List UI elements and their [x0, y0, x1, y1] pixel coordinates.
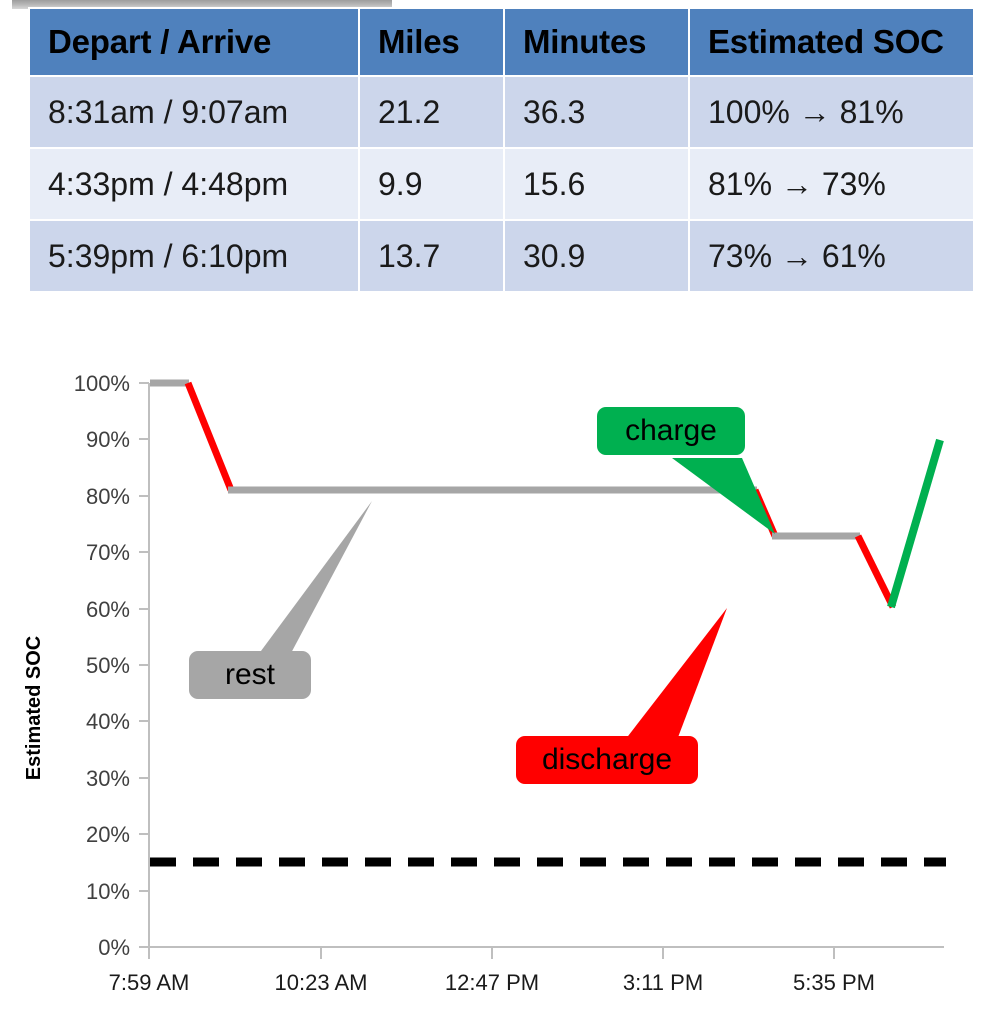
callout-rest: rest: [189, 501, 372, 699]
x-tick-label: 10:23 AM: [275, 970, 368, 995]
callout-discharge-tail: [625, 608, 727, 740]
y-axis-title: Estimated SOC: [23, 636, 45, 780]
table-header-row: Depart / Arrive Miles Minutes Estimated …: [28, 7, 975, 77]
x-tick-label: 5:35 PM: [793, 970, 875, 995]
column-header-minutes: Minutes: [503, 7, 690, 77]
y-tick-label: 50%: [86, 653, 130, 678]
trip-summary-table: Depart / Arrive Miles Minutes Estimated …: [28, 7, 975, 293]
y-tick-label: 80%: [86, 484, 130, 509]
table-row: 4:33pm / 4:48pm 9.9 15.6 81% → 73%: [28, 147, 975, 221]
soc-segment-discharge-3: [854, 534, 897, 609]
y-tick-label: 70%: [86, 540, 130, 565]
y-tick-label: 0%: [98, 935, 130, 960]
soc-segment-charge: [887, 438, 944, 609]
cell-minutes: 36.3: [503, 75, 690, 149]
x-tick-label: 3:11 PM: [623, 970, 703, 995]
cell-miles: 21.2: [358, 75, 505, 149]
cell-miles: 9.9: [358, 147, 505, 221]
callout-charge: charge: [597, 407, 775, 534]
callout-discharge-label: discharge: [542, 743, 672, 776]
cell-depart-arrive: 4:33pm / 4:48pm: [28, 147, 360, 221]
y-tick-label: 40%: [86, 709, 130, 734]
column-header-depart-arrive: Depart / Arrive: [28, 7, 360, 77]
cell-miles: 13.7: [358, 219, 505, 293]
y-tick-label: 100%: [74, 371, 130, 396]
y-tick-label: 30%: [86, 766, 130, 791]
y-tick-label: 10%: [86, 879, 130, 904]
y-tick-label: 90%: [86, 427, 130, 452]
x-axis-ticks: [148, 947, 835, 959]
soc-line-chart: 100% 90% 80% 70% 60% 50% 40% 30% 20% 10%…: [0, 318, 982, 1024]
x-axis-tick-labels: 7:59 AM 10:23 AM 12:47 PM 3:11 PM 5:35 P…: [109, 970, 875, 995]
callout-charge-label: charge: [625, 414, 717, 447]
x-tick-label: 7:59 AM: [109, 970, 190, 995]
callout-discharge: discharge: [516, 608, 727, 784]
y-axis-tick-labels: 100% 90% 80% 70% 60% 50% 40% 30% 20% 10%…: [74, 371, 130, 960]
soc-segment-discharge-1: [184, 381, 235, 492]
cell-minutes: 30.9: [503, 219, 690, 293]
y-axis-ticks: [139, 382, 149, 948]
x-tick-label: 12:47 PM: [445, 970, 539, 995]
cell-estimated-soc: 100% → 81%: [688, 75, 975, 149]
callout-rest-tail: [258, 501, 372, 655]
column-header-estimated-soc: Estimated SOC: [688, 7, 975, 77]
table-row: 8:31am / 9:07am 21.2 36.3 100% → 81%: [28, 75, 975, 149]
cell-depart-arrive: 8:31am / 9:07am: [28, 75, 360, 149]
table-row: 5:39pm / 6:10pm 13.7 30.9 73% → 61%: [28, 219, 975, 293]
cell-estimated-soc: 73% → 61%: [688, 219, 975, 293]
cell-estimated-soc: 81% → 73%: [688, 147, 975, 221]
callout-rest-label: rest: [225, 658, 276, 691]
y-tick-label: 60%: [86, 597, 130, 622]
cell-minutes: 15.6: [503, 147, 690, 221]
y-tick-label: 20%: [86, 822, 130, 847]
cell-depart-arrive: 5:39pm / 6:10pm: [28, 219, 360, 293]
column-header-miles: Miles: [358, 7, 505, 77]
